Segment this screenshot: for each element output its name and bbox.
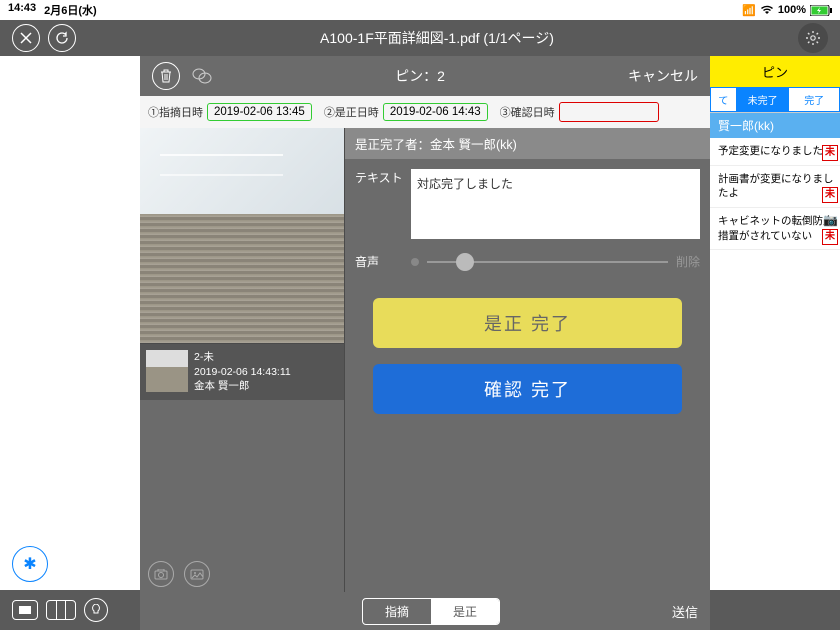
- cancel-button[interactable]: キャンセル: [628, 66, 698, 86]
- compass-button[interactable]: ✱: [12, 546, 48, 582]
- delete-button[interactable]: [152, 62, 180, 90]
- signal-icon: 📶: [742, 4, 756, 17]
- view-mode-1[interactable]: [12, 600, 38, 620]
- date-label-1: ①指摘日時: [148, 104, 203, 120]
- status-time: 14:43: [8, 2, 36, 18]
- list-item[interactable]: 予定変更になりました 未: [710, 138, 840, 166]
- filter-all[interactable]: て: [710, 87, 737, 112]
- date-label-3: ③確認日時: [500, 104, 555, 120]
- comment-author: 金本 賢一郎: [194, 379, 291, 394]
- text-label: テキスト: [355, 169, 403, 239]
- camera-icon: 📷: [823, 212, 838, 229]
- status-filter[interactable]: て 未完了 完了: [710, 87, 840, 113]
- close-button[interactable]: [12, 24, 40, 52]
- date-value-3[interactable]: [559, 102, 659, 122]
- comment-item[interactable]: 2-未 2019-02-06 14:43:11 金本 賢一郎: [140, 343, 344, 400]
- main-header: A100-1F平面詳細図-1.pdf (1/1ページ): [0, 20, 840, 56]
- record-icon[interactable]: [411, 258, 419, 266]
- text-input[interactable]: 対応完了しました: [411, 169, 700, 239]
- filter-complete[interactable]: 完了: [788, 87, 840, 112]
- mode-segment[interactable]: 指摘 是正: [362, 598, 500, 625]
- gallery-button[interactable]: [184, 561, 210, 587]
- page-title: A100-1F平面詳細図-1.pdf (1/1ページ): [84, 28, 790, 48]
- user-label: 賢一郎(kk): [710, 113, 840, 138]
- comment-ts: 2019-02-06 14:43:11: [194, 365, 291, 380]
- correction-done-button[interactable]: 是正 完了: [373, 298, 682, 348]
- date-label-2: ②是正日時: [324, 104, 379, 120]
- pin-tab[interactable]: ピン: [710, 56, 840, 87]
- completer-label: 是正完了者：金本 賢一郎(kk): [345, 128, 710, 159]
- camera-button[interactable]: [148, 561, 174, 587]
- list-item[interactable]: 計画書が変更になりましたよ 未: [710, 166, 840, 208]
- seg-issue[interactable]: 指摘: [363, 599, 431, 624]
- list-item[interactable]: 📷 キャビネットの転倒防止措置がされていない 未: [710, 208, 840, 250]
- status-date: 2月6日(水): [44, 2, 97, 18]
- dialog-title: ピン：2: [224, 66, 616, 86]
- view-mode-2[interactable]: [46, 600, 76, 620]
- bulb-button[interactable]: [84, 598, 108, 622]
- settings-button[interactable]: [798, 23, 828, 53]
- confirm-done-button[interactable]: 確認 完了: [373, 364, 682, 414]
- date-value-1[interactable]: 2019-02-06 13:45: [207, 103, 312, 121]
- incomplete-badge: 未: [822, 229, 838, 245]
- audio-slider[interactable]: [427, 261, 668, 263]
- chat-icon[interactable]: [192, 67, 212, 85]
- incomplete-badge: 未: [822, 145, 838, 161]
- status-bar: 14:43 2月6日(水) 📶 100%: [0, 0, 840, 20]
- date-row: ①指摘日時 2019-02-06 13:45 ②是正日時 2019-02-06 …: [140, 96, 710, 128]
- pin-dialog: ピン：2 キャンセル ①指摘日時 2019-02-06 13:45 ②是正日時 …: [140, 56, 710, 630]
- audio-label: 音声: [355, 253, 403, 270]
- audio-delete[interactable]: 削除: [676, 253, 700, 270]
- right-panel: ピン て 未完了 完了 賢一郎(kk) 予定変更になりました 未 計画書が変更に…: [710, 56, 840, 590]
- date-value-2[interactable]: 2019-02-06 14:43: [383, 103, 488, 121]
- battery-icon: [810, 5, 832, 16]
- send-button[interactable]: 送信: [672, 602, 698, 621]
- wifi-icon: [760, 5, 774, 15]
- seg-correction[interactable]: 是正: [431, 599, 499, 624]
- filter-incomplete[interactable]: 未完了: [737, 87, 789, 112]
- reload-button[interactable]: [48, 24, 76, 52]
- battery-pct: 100%: [778, 4, 806, 16]
- comment-thumb: [146, 350, 188, 392]
- incomplete-badge: 未: [822, 187, 838, 203]
- comment-title: 2-未: [194, 350, 291, 365]
- photo-preview[interactable]: [140, 128, 344, 343]
